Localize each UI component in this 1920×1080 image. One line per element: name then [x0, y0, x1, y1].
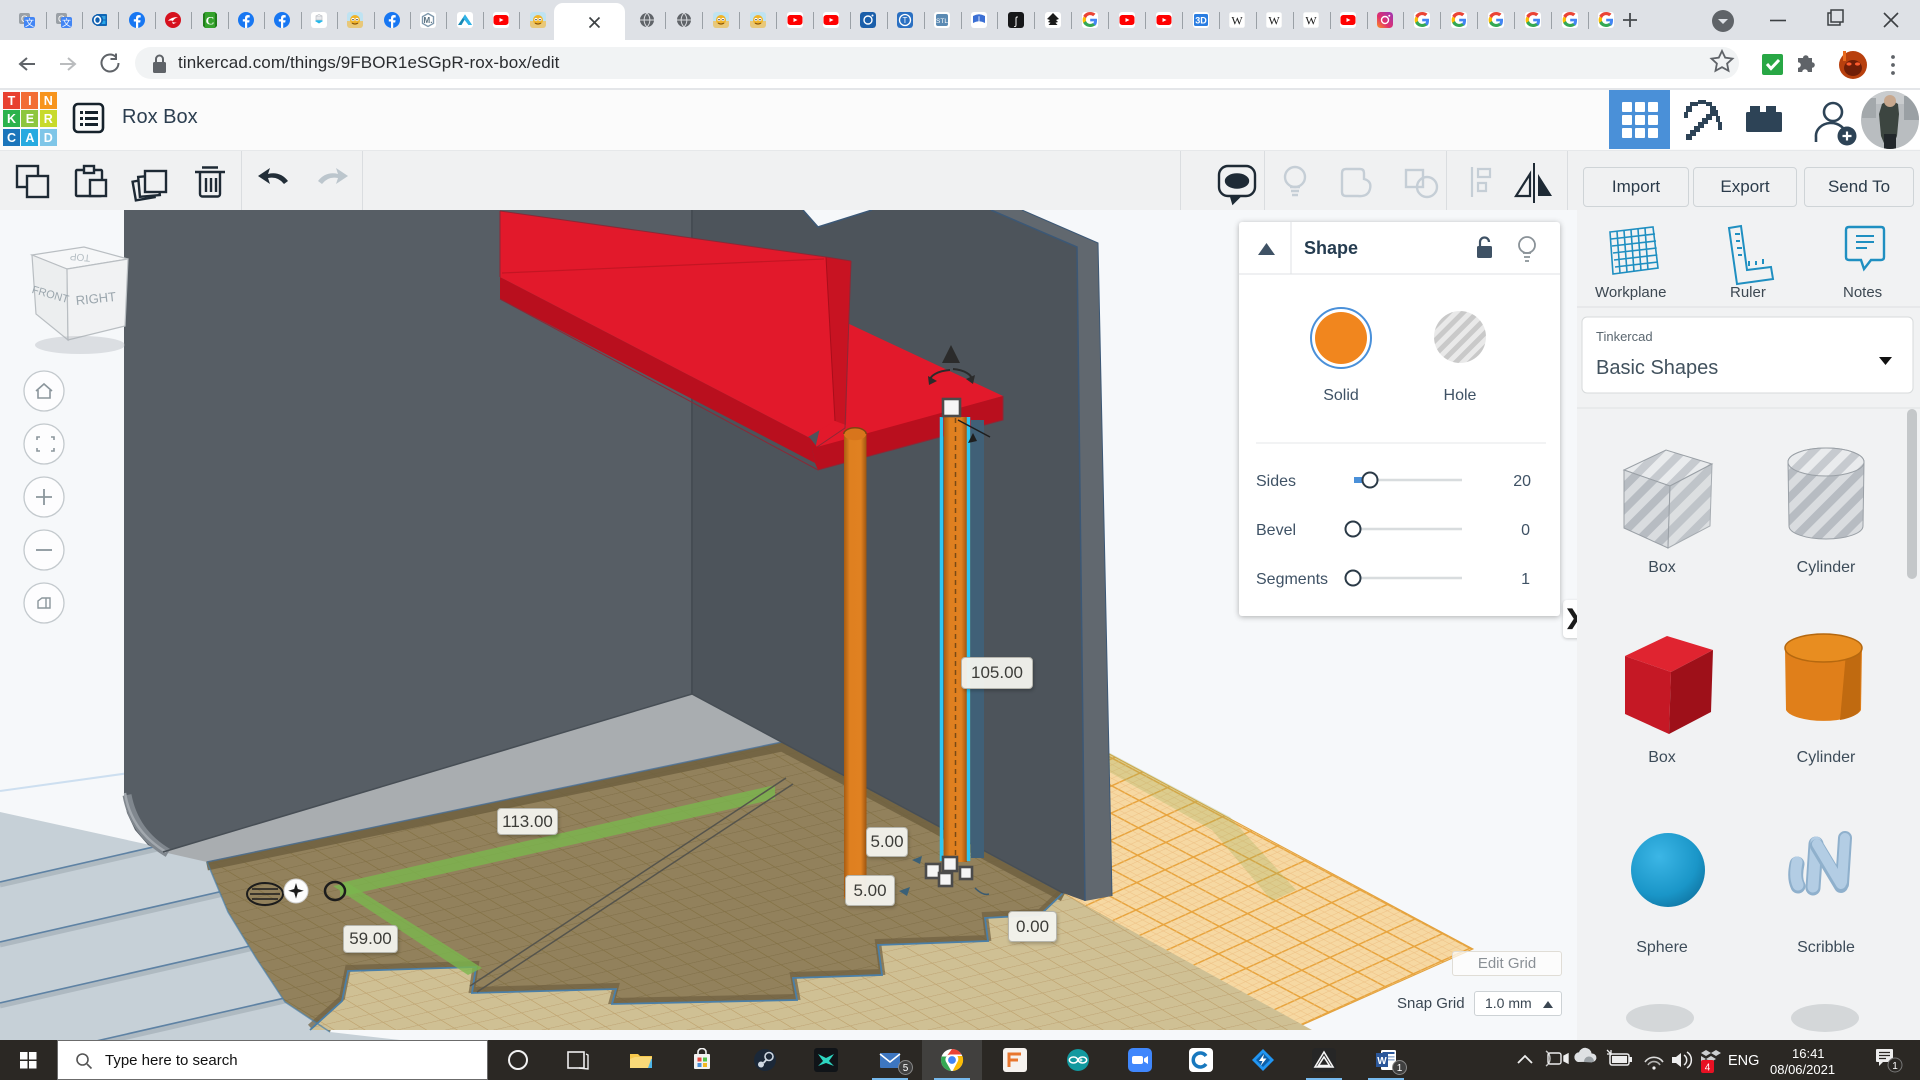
- svg-text:3D: 3D: [1195, 16, 1207, 26]
- svg-text:STL: STL: [936, 18, 948, 25]
- svg-text:Bevel: Bevel: [1256, 522, 1296, 539]
- svg-text:Scribble: Scribble: [1797, 939, 1855, 956]
- svg-text:TOP: TOP: [69, 250, 91, 263]
- svg-text:Box: Box: [1648, 559, 1676, 576]
- svg-text:C: C: [206, 14, 215, 28]
- svg-text:W: W: [1305, 14, 1317, 28]
- svg-text:Ruler: Ruler: [1730, 284, 1766, 301]
- svg-text:M.: M.: [424, 16, 433, 25]
- svg-text:Hole: Hole: [1444, 387, 1477, 404]
- svg-text:1: 1: [1521, 571, 1530, 588]
- svg-text:1: 1: [1892, 1061, 1898, 1072]
- svg-text:Sides: Sides: [1256, 473, 1296, 490]
- svg-text:20: 20: [1513, 473, 1531, 490]
- svg-text:Tinkercad: Tinkercad: [1596, 329, 1653, 344]
- svg-text:W: W: [1231, 14, 1243, 28]
- svg-text:文: 文: [25, 17, 34, 28]
- svg-text:0: 0: [1521, 522, 1530, 539]
- svg-text:4: 4: [1705, 1063, 1711, 1074]
- svg-text:16:41: 16:41: [1792, 1046, 1825, 1061]
- svg-text:Solid: Solid: [1323, 387, 1359, 404]
- svg-text:Sphere: Sphere: [1636, 939, 1688, 956]
- svg-text:ENG: ENG: [1728, 1053, 1759, 1069]
- svg-text:Cylinder: Cylinder: [1797, 559, 1856, 576]
- svg-text:Shape: Shape: [1304, 238, 1358, 258]
- svg-text:Cylinder: Cylinder: [1797, 749, 1856, 766]
- svg-text:Basic Shapes: Basic Shapes: [1596, 357, 1718, 379]
- svg-text:Box: Box: [1648, 749, 1676, 766]
- svg-text:文: 文: [62, 17, 71, 28]
- svg-text:Workplane: Workplane: [1595, 284, 1666, 301]
- svg-text:W: W: [1268, 14, 1280, 28]
- svg-text:Notes: Notes: [1843, 284, 1882, 301]
- svg-text:08/06/2021: 08/06/2021: [1770, 1062, 1835, 1077]
- svg-text:Segments: Segments: [1256, 571, 1328, 588]
- svg-text:T: T: [903, 16, 908, 25]
- svg-text:W: W: [1377, 1056, 1387, 1067]
